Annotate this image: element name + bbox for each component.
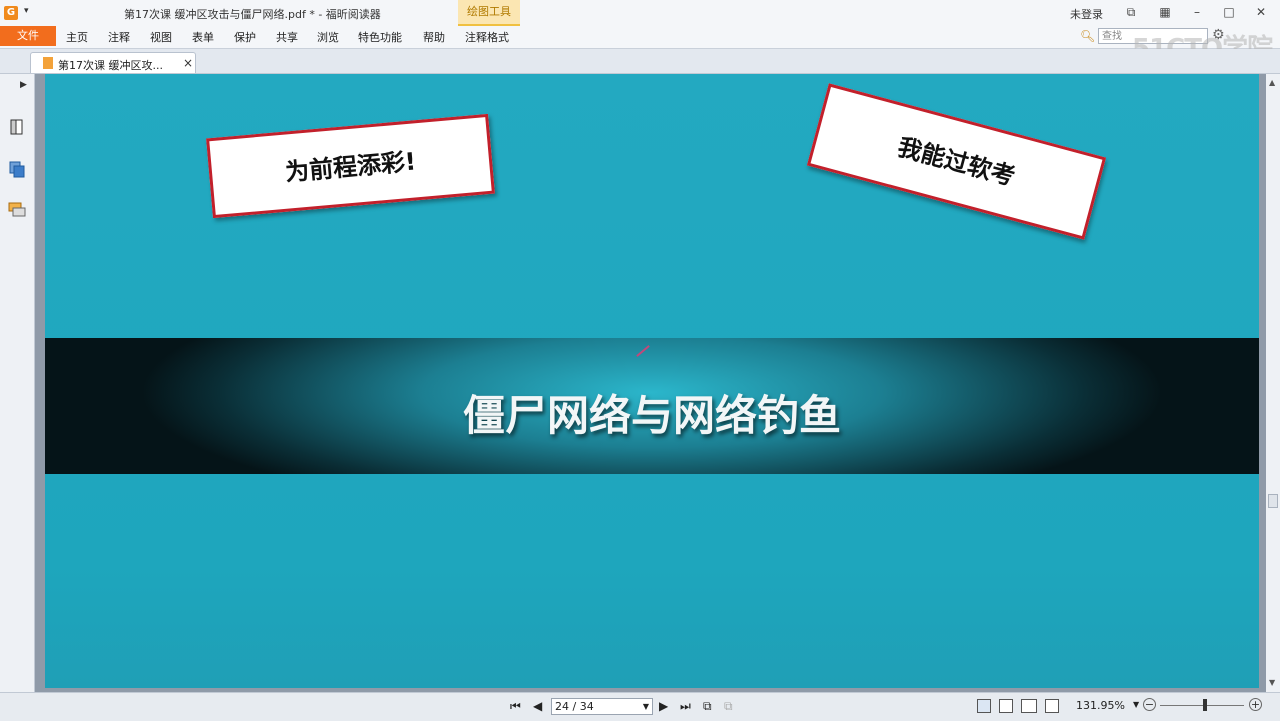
pdf-page-slide: 为前程添彩! 我能过软考 僵尸网络与网络钓鱼 <box>45 74 1259 688</box>
pen-cursor-icon <box>636 345 650 357</box>
comments-icon[interactable] <box>8 200 26 218</box>
page-indicator: 24 / 34 <box>555 700 594 713</box>
pdf-file-icon <box>43 57 53 69</box>
first-page-icon[interactable]: ⏮ <box>510 699 521 714</box>
previous-view-icon[interactable]: ⧉ <box>703 699 712 714</box>
login-status[interactable]: 未登录 <box>1070 6 1103 22</box>
vertical-scrollbar[interactable]: ▲ ▼ <box>1266 74 1280 692</box>
file-menu-button[interactable]: 文件 <box>0 26 56 46</box>
zoom-in-icon[interactable]: + <box>1249 698 1262 711</box>
page-number-input[interactable]: 24 / 34 ▼ <box>551 698 653 715</box>
drawing-tools-context-tab[interactable]: 绘图工具 <box>458 0 520 26</box>
zoom-level[interactable]: 131.95% <box>1076 699 1125 712</box>
status-bar: ⏮ ◀ 24 / 34 ▼ ▶ ⏭ ⧉ ⧉ 131.95% ▼ − + <box>0 692 1280 721</box>
page-thumbnails-icon[interactable] <box>8 118 26 136</box>
menu-home[interactable]: 主页 <box>66 29 88 45</box>
last-page-icon[interactable]: ⏭ <box>680 699 691 714</box>
menu-view[interactable]: 视图 <box>150 29 172 45</box>
minimize-icon[interactable]: – <box>1188 4 1206 20</box>
close-tab-icon[interactable]: × <box>183 56 193 70</box>
ribbon-menu-bar: 文件 主页 注释 视图 表单 保护 共享 浏览 特色功能 帮助 注释格式 🔍︎ … <box>0 26 1280 49</box>
menu-features[interactable]: 特色功能 <box>358 29 402 45</box>
facing-view-icon[interactable] <box>1021 699 1037 713</box>
quick-access-dropdown-icon[interactable]: ▾ <box>24 6 29 16</box>
find-folder-icon[interactable]: 🔍︎ <box>1080 29 1095 43</box>
continuous-view-icon[interactable] <box>999 699 1013 713</box>
continuous-facing-view-icon[interactable] <box>1045 699 1059 713</box>
layers-icon[interactable] <box>8 160 26 178</box>
next-page-icon[interactable]: ▶ <box>659 699 668 713</box>
next-view-icon[interactable]: ⧉ <box>724 699 733 714</box>
menu-comment[interactable]: 注释 <box>108 29 130 45</box>
menu-comment-format[interactable]: 注释格式 <box>465 29 509 45</box>
single-page-view-icon[interactable] <box>977 699 991 713</box>
zoom-out-icon[interactable]: − <box>1143 698 1156 711</box>
menu-help[interactable]: 帮助 <box>423 29 445 45</box>
maximize-icon[interactable]: □ <box>1220 4 1238 20</box>
window-title: 第17次课 缓冲区攻击与僵尸网络.pdf * - 福昕阅读器 <box>124 8 381 21</box>
page-dropdown-icon[interactable]: ▼ <box>643 699 649 714</box>
document-viewport[interactable]: 为前程添彩! 我能过软考 僵尸网络与网络钓鱼 <box>35 74 1280 692</box>
foxit-app-icon[interactable]: G <box>4 6 18 20</box>
previous-page-icon[interactable]: ◀ <box>533 699 542 713</box>
menu-form[interactable]: 表单 <box>192 29 214 45</box>
document-tab-strip: 第17次课 缓冲区攻... × <box>0 49 1280 74</box>
scroll-up-icon[interactable]: ▲ <box>1269 78 1275 87</box>
document-tab[interactable]: 第17次课 缓冲区攻... × <box>30 52 196 73</box>
window-restore-icon[interactable]: ⧉ <box>1122 4 1140 20</box>
zoom-dropdown-icon[interactable]: ▼ <box>1133 700 1139 709</box>
scroll-thumb[interactable] <box>1268 494 1278 508</box>
slide-title: 僵尸网络与网络钓鱼 <box>462 391 841 440</box>
zoom-slider-knob[interactable] <box>1203 699 1207 711</box>
zoom-slider-track[interactable] <box>1160 705 1244 706</box>
scroll-down-icon[interactable]: ▼ <box>1269 678 1275 687</box>
menu-share[interactable]: 共享 <box>276 29 298 45</box>
menu-browse[interactable]: 浏览 <box>317 29 339 45</box>
title-bar: G ▾ 第17次课 缓冲区攻击与僵尸网络.pdf * - 福昕阅读器 绘图工具 … <box>0 0 1280 26</box>
document-tab-label: 第17次课 缓冲区攻... <box>58 59 163 72</box>
menu-protect[interactable]: 保护 <box>234 29 256 45</box>
left-navigation-panel: ▶ <box>0 74 35 700</box>
expand-panel-icon[interactable]: ▶ <box>20 80 27 90</box>
slogan-sign-left: 为前程添彩! <box>206 113 495 219</box>
slogan-sign-right: 我能过软考 <box>806 83 1107 240</box>
layout-grid-icon[interactable]: ▦ <box>1156 4 1174 20</box>
close-window-icon[interactable]: ✕ <box>1252 4 1270 20</box>
title-banner: 僵尸网络与网络钓鱼 <box>45 338 1259 474</box>
